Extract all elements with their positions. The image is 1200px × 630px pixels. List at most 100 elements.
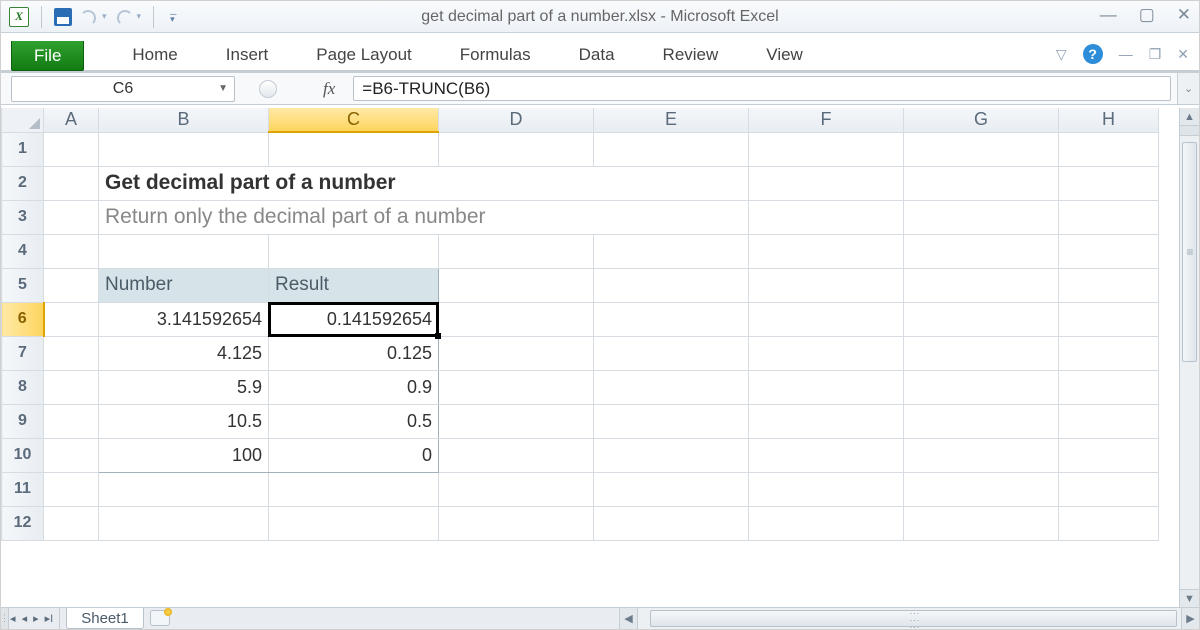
cell-C9[interactable]: 0.5	[269, 404, 439, 438]
col-header-F[interactable]: F	[749, 108, 904, 132]
cell-A4[interactable]	[44, 234, 99, 268]
vertical-scrollbar[interactable]: ▲ ▼	[1179, 108, 1199, 607]
customize-qat-icon[interactable]: ─▾	[170, 12, 176, 22]
cell-A6[interactable]	[44, 302, 99, 336]
cell-B1[interactable]	[99, 132, 269, 166]
cell-B10[interactable]: 100	[99, 438, 269, 472]
horizontal-scrollbar[interactable]: ⋮ ◀ ▶	[619, 608, 1199, 629]
cell-C12[interactable]	[269, 506, 439, 540]
cell-B12[interactable]	[99, 506, 269, 540]
cell-B3[interactable]: Return only the decimal part of a number	[99, 200, 749, 234]
cell-E12[interactable]	[594, 506, 749, 540]
name-box[interactable]: C6 ▼	[11, 76, 235, 102]
undo-icon[interactable]	[80, 10, 98, 24]
cell-D5[interactable]	[439, 268, 594, 302]
cell-G8[interactable]	[904, 370, 1059, 404]
formula-input[interactable]: =B6-TRUNC(B6)	[353, 76, 1171, 101]
cell-F8[interactable]	[749, 370, 904, 404]
cell-F7[interactable]	[749, 336, 904, 370]
cell-E10[interactable]	[594, 438, 749, 472]
cell-B5[interactable]: Number	[99, 268, 269, 302]
col-header-A[interactable]: A	[44, 108, 99, 132]
cell-C4[interactable]	[269, 234, 439, 268]
cell-H6[interactable]	[1059, 302, 1159, 336]
cell-H8[interactable]	[1059, 370, 1159, 404]
scroll-up-icon[interactable]: ▲	[1180, 108, 1199, 126]
cell-H5[interactable]	[1059, 268, 1159, 302]
cell-F1[interactable]	[749, 132, 904, 166]
row-header-5[interactable]: 5	[2, 268, 44, 302]
cell-F9[interactable]	[749, 404, 904, 438]
col-header-C[interactable]: C	[269, 108, 439, 132]
cell-H12[interactable]	[1059, 506, 1159, 540]
workbook-minimize-icon[interactable]: —	[1119, 46, 1133, 62]
cell-B9[interactable]: 10.5	[99, 404, 269, 438]
cell-H1[interactable]	[1059, 132, 1159, 166]
row-header-4[interactable]: 4	[2, 234, 44, 268]
row-header-11[interactable]: 11	[2, 472, 44, 506]
cell-C10[interactable]: 0	[269, 438, 439, 472]
excel-icon[interactable]	[9, 7, 29, 27]
cell-A1[interactable]	[44, 132, 99, 166]
cell-E5[interactable]	[594, 268, 749, 302]
next-sheet-icon[interactable]: ▸	[33, 612, 39, 625]
horizontal-scroll-thumb[interactable]	[650, 610, 1177, 627]
redo-icon[interactable]	[115, 10, 133, 24]
new-sheet-icon[interactable]	[150, 610, 170, 626]
cell-A9[interactable]	[44, 404, 99, 438]
cell-E1[interactable]	[594, 132, 749, 166]
cell-A10[interactable]	[44, 438, 99, 472]
row-header-7[interactable]: 7	[2, 336, 44, 370]
cell-F6[interactable]	[749, 302, 904, 336]
cell-D1[interactable]	[439, 132, 594, 166]
cell-H7[interactable]	[1059, 336, 1159, 370]
scroll-right-icon[interactable]: ▶	[1181, 608, 1199, 629]
cell-H9[interactable]	[1059, 404, 1159, 438]
file-tab[interactable]: File	[11, 41, 84, 71]
cell-H4[interactable]	[1059, 234, 1159, 268]
cell-G7[interactable]	[904, 336, 1059, 370]
cell-D10[interactable]	[439, 438, 594, 472]
row-header-6[interactable]: 6	[2, 302, 44, 336]
redo-dropdown-icon[interactable]: ▾	[137, 11, 142, 22]
cell-F4[interactable]	[749, 234, 904, 268]
row-header-9[interactable]: 9	[2, 404, 44, 438]
cell-H11[interactable]	[1059, 472, 1159, 506]
name-box-dropdown-icon[interactable]: ▼	[218, 83, 228, 94]
cell-A12[interactable]	[44, 506, 99, 540]
help-icon[interactable]: ?	[1083, 44, 1103, 64]
cell-D11[interactable]	[439, 472, 594, 506]
cell-E6[interactable]	[594, 302, 749, 336]
cell-D8[interactable]	[439, 370, 594, 404]
cell-C5[interactable]: Result	[269, 268, 439, 302]
cell-H2[interactable]	[1059, 166, 1159, 200]
row-header-1[interactable]: 1	[2, 132, 44, 166]
col-header-D[interactable]: D	[439, 108, 594, 132]
cell-F12[interactable]	[749, 506, 904, 540]
cell-H3[interactable]	[1059, 200, 1159, 234]
cell-F3[interactable]	[749, 200, 904, 234]
minimize-icon[interactable]: —	[1100, 5, 1117, 25]
row-header-12[interactable]: 12	[2, 506, 44, 540]
cell-E7[interactable]	[594, 336, 749, 370]
cell-A5[interactable]	[44, 268, 99, 302]
cell-A11[interactable]	[44, 472, 99, 506]
cell-G6[interactable]	[904, 302, 1059, 336]
cell-B8[interactable]: 5.9	[99, 370, 269, 404]
cell-G11[interactable]	[904, 472, 1059, 506]
workbook-close-icon[interactable]: ✕	[1177, 46, 1189, 63]
cell-A3[interactable]	[44, 200, 99, 234]
tab-split-handle[interactable]: ⋮	[1, 608, 9, 629]
cell-C8[interactable]: 0.9	[269, 370, 439, 404]
col-header-G[interactable]: G	[904, 108, 1059, 132]
row-header-10[interactable]: 10	[2, 438, 44, 472]
cell-D9[interactable]	[439, 404, 594, 438]
cell-E11[interactable]	[594, 472, 749, 506]
row-header-3[interactable]: 3	[2, 200, 44, 234]
cell-B4[interactable]	[99, 234, 269, 268]
cell-grid[interactable]: A B C D E F G H 1	[1, 108, 1159, 541]
cell-G10[interactable]	[904, 438, 1059, 472]
col-header-H[interactable]: H	[1059, 108, 1159, 132]
cell-G3[interactable]	[904, 200, 1059, 234]
cell-F2[interactable]	[749, 166, 904, 200]
